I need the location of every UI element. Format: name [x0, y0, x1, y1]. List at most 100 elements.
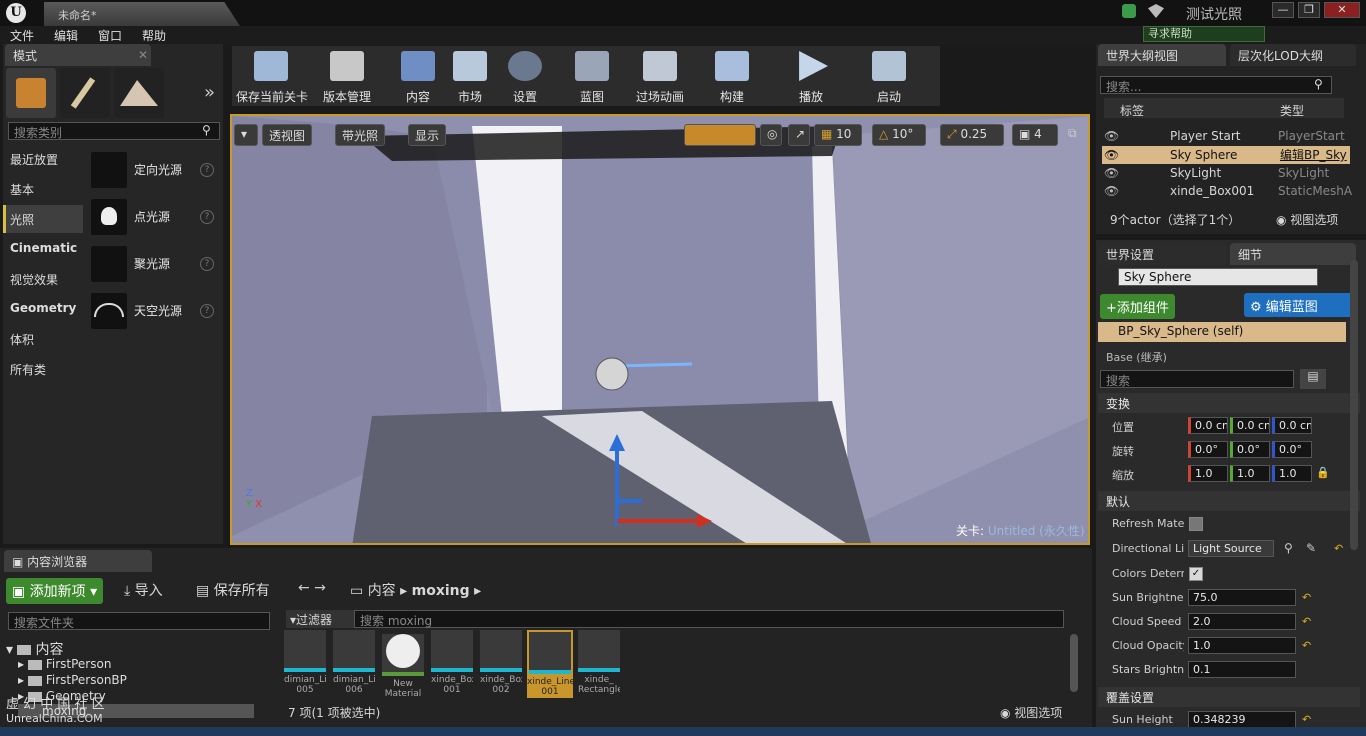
more-modes-icon[interactable]: » [204, 82, 215, 103]
row-type-link[interactable]: 编辑BP_Sky [1280, 146, 1347, 164]
outliner-row[interactable]: 👁 Player Start PlayerStart [1102, 127, 1350, 145]
source-control-button[interactable]: 版本管理 [312, 46, 382, 106]
category-all-classes[interactable]: 所有类 [3, 355, 83, 383]
help-icon[interactable]: ? [200, 304, 214, 318]
menu-file[interactable]: 文件 [10, 27, 34, 44]
cloud-opacity-input[interactable]: 1.0 [1188, 637, 1296, 654]
blueprints-button[interactable]: 蓝图 [557, 46, 627, 106]
directional-light-select[interactable]: Light Source [1188, 540, 1274, 557]
help-icon[interactable]: ? [200, 210, 214, 224]
directional-light-item[interactable]: 定向光源 ? [88, 148, 220, 192]
breadcrumb-root[interactable]: 内容 [368, 583, 396, 599]
reset-icon[interactable]: ↶ [1302, 615, 1311, 628]
place-mode-button[interactable] [6, 68, 56, 118]
category-search-input[interactable]: 搜索类别 [8, 122, 220, 140]
world-local-icon[interactable]: ◎ [760, 124, 782, 146]
lock-icon[interactable]: 🔒 [1316, 466, 1330, 479]
sun-brightness-input[interactable]: 75.0 [1188, 589, 1296, 606]
source-control-icon[interactable] [1122, 4, 1136, 18]
import-button[interactable]: ⤓ 导入 [124, 580, 163, 600]
reset-icon[interactable]: ↶ [1302, 591, 1311, 604]
breadcrumb[interactable]: ▭ 内容 ▸ moxing ▸ [350, 580, 481, 600]
component-self-row[interactable]: BP_Sky_Sphere (self) [1098, 322, 1346, 342]
default-section[interactable]: 默认 [1098, 491, 1360, 511]
build-button[interactable]: 构建 [697, 46, 767, 106]
rotation-snap-button[interactable]: △ 10° [872, 124, 926, 146]
help-search[interactable]: 寻求帮助 [1143, 26, 1265, 42]
colors-determined-checkbox[interactable]: ✓ [1189, 567, 1203, 581]
details-scrollbar[interactable] [1350, 260, 1358, 550]
asset-tile[interactable]: dimian_Line 006 [333, 630, 375, 698]
scale-x[interactable]: 1.0 [1188, 465, 1228, 482]
add-component-button[interactable]: +添加组件 [1100, 294, 1175, 319]
launch-button[interactable]: 启动 [854, 46, 924, 106]
perspective-button[interactable]: 透视图 [262, 124, 313, 146]
spot-light-item[interactable]: 聚光源 ? [88, 242, 220, 286]
category-lights[interactable]: 光照 [3, 205, 83, 233]
point-light-item[interactable]: 点光源 ? [88, 195, 220, 239]
maximize-button[interactable]: ❐ [1298, 2, 1320, 18]
outliner-row[interactable]: 👁 xinde_Box001 StaticMeshA [1102, 182, 1352, 200]
breadcrumb-folder[interactable]: moxing [412, 583, 470, 599]
location-y[interactable]: 0.0 cm [1230, 417, 1270, 434]
override-section[interactable]: 覆盖设置 [1098, 687, 1360, 707]
modes-tab[interactable]: 模式 [5, 44, 151, 66]
actor-name-input[interactable]: Sky Sphere [1118, 268, 1318, 286]
eye-icon[interactable]: 👁 [1104, 127, 1119, 145]
sun-height-input[interactable]: 0.348239 [1188, 711, 1296, 728]
details-search-input[interactable]: 搜索 [1100, 370, 1294, 388]
menu-edit[interactable]: 编辑 [54, 27, 78, 44]
asset-tile[interactable]: dimian_Line 005 [284, 630, 326, 698]
asset-tile[interactable]: xinde_Box 002 [480, 630, 522, 698]
grid-view-icon[interactable]: ▤ [1300, 369, 1326, 389]
menu-help[interactable]: 帮助 [142, 27, 166, 44]
hlod-outliner-tab[interactable]: 层次化LOD大纲 [1230, 44, 1356, 66]
help-icon[interactable]: ? [200, 163, 214, 177]
outliner-tab[interactable]: 世界大纲视图 [1098, 44, 1226, 66]
viewport-options-button[interactable]: ▾ [234, 124, 258, 146]
category-visual-effects[interactable]: 视觉效果 [3, 265, 83, 293]
save-level-button[interactable]: 保存当前关卡 [236, 46, 308, 106]
folder-search-input[interactable]: 搜索文件夹 [8, 612, 270, 630]
tree-root[interactable]: ▾ 内容 [6, 639, 63, 659]
transform-section[interactable]: 变换 [1098, 393, 1360, 413]
content-view-options[interactable]: ◉ 视图选项 [1000, 704, 1062, 721]
scale-snap-button[interactable]: ⤢ 0.25 [940, 124, 1004, 146]
sky-light-item[interactable]: 天空光源 ? [88, 289, 220, 333]
asset-tile[interactable]: New Material [382, 630, 424, 699]
maximize-viewport-icon[interactable]: ⧉ [1068, 126, 1077, 141]
rotation-x[interactable]: 0.0° [1188, 441, 1228, 458]
asset-tile-selected[interactable]: xinde_Line 001 [527, 630, 573, 698]
eye-icon[interactable]: 👁 [1104, 182, 1119, 200]
search-icon[interactable]: ⚲ [1284, 541, 1293, 555]
outliner-col-type[interactable]: 类型 [1280, 102, 1304, 119]
category-basic[interactable]: 基本 [3, 175, 83, 203]
reset-icon[interactable]: ↶ [1302, 713, 1311, 726]
play-button[interactable]: 播放 [776, 46, 846, 106]
category-cinematic[interactable]: Cinematic [3, 235, 83, 263]
category-volumes[interactable]: 体积 [3, 325, 83, 353]
location-x[interactable]: 0.0 cm [1188, 417, 1228, 434]
eye-icon[interactable]: 👁 [1104, 164, 1119, 182]
outliner-col-label[interactable]: 标签 [1120, 102, 1144, 119]
minimize-button[interactable]: — [1272, 2, 1294, 18]
refresh-material-checkbox[interactable] [1189, 517, 1203, 531]
scale-y[interactable]: 1.0 [1230, 465, 1270, 482]
details-tab[interactable]: 细节 [1230, 243, 1356, 265]
paint-mode-button[interactable] [60, 68, 110, 118]
menu-window[interactable]: 窗口 [98, 27, 122, 44]
cloud-speed-input[interactable]: 2.0 [1188, 613, 1296, 630]
tree-item[interactable]: ▸ FirstPersonBP [18, 673, 127, 687]
component-base-row[interactable]: Base (继承) [1106, 349, 1167, 365]
help-icon[interactable]: ? [200, 257, 214, 271]
eye-icon[interactable]: 👁 [1104, 146, 1119, 164]
asset-scrollbar[interactable] [1070, 634, 1078, 692]
eyedropper-icon[interactable]: ✎ [1306, 541, 1316, 555]
category-geometry[interactable]: Geometry [3, 295, 83, 323]
edit-blueprint-button[interactable]: ⚙ 编辑蓝图 [1244, 293, 1358, 317]
location-z[interactable]: 0.0 cm [1272, 417, 1312, 434]
show-button[interactable]: 显示 [408, 124, 447, 146]
document-tab[interactable]: 未命名* [44, 2, 240, 26]
settings-button[interactable]: 设置 [490, 46, 560, 106]
surface-snap-icon[interactable]: ↗ [788, 124, 810, 146]
